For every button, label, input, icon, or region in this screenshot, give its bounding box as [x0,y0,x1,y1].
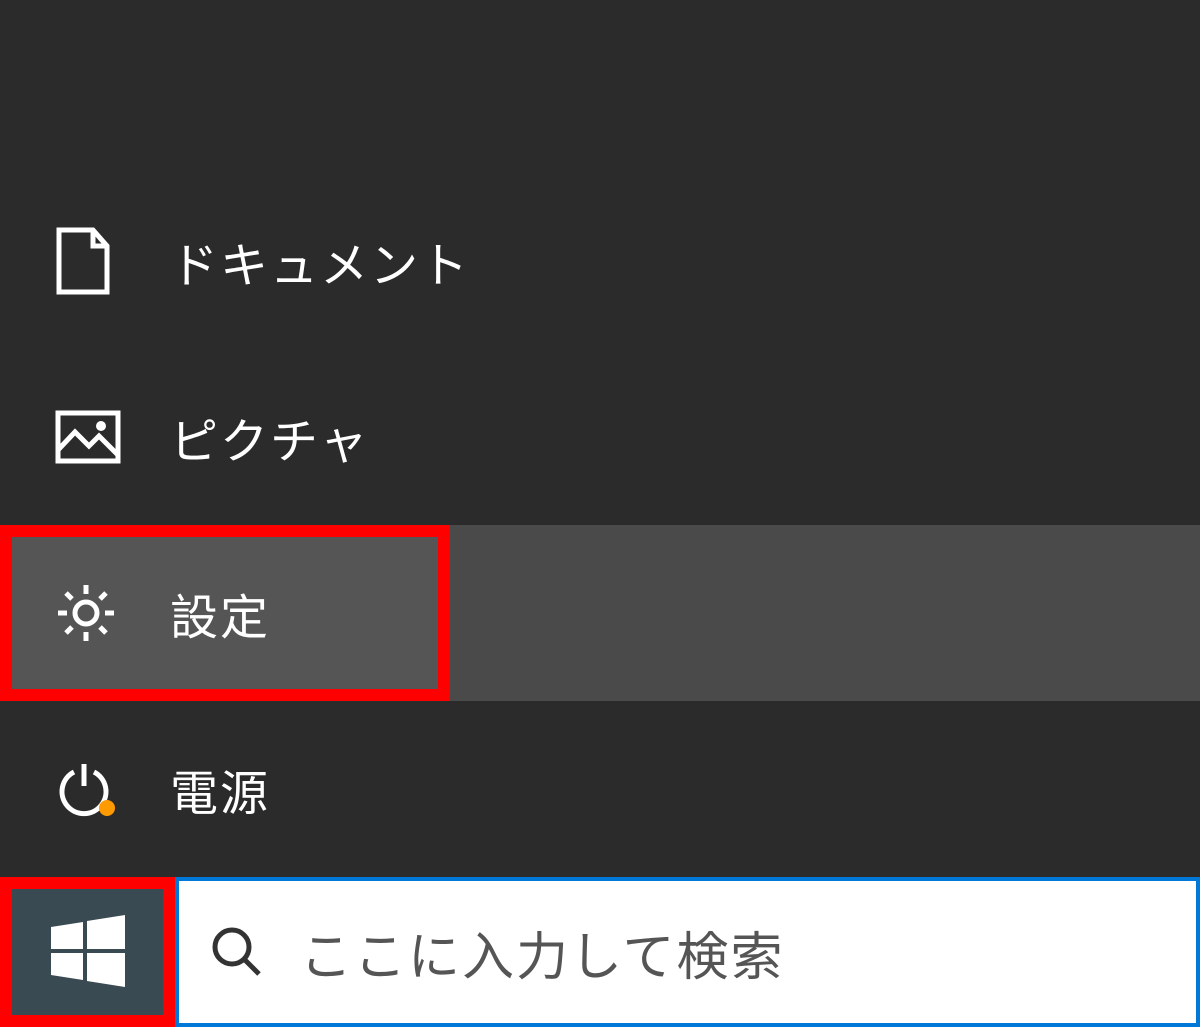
hover-background [450,525,1200,701]
start-menu-left-rail: ドキュメント ピクチャ [0,0,1200,877]
taskbar: ここに入力して検索 [0,877,1200,1027]
taskbar-search-box[interactable]: ここに入力して検索 [175,877,1200,1027]
pictures-icon [55,410,125,464]
menu-item-label: 設定 [170,578,270,648]
document-icon [55,226,125,296]
menu-item-documents[interactable]: ドキュメント [0,173,1200,349]
start-button[interactable] [0,877,175,1027]
search-placeholder: ここに入力して検索 [300,915,784,990]
menu-item-settings[interactable]: 設定 [0,525,1200,701]
power-icon [55,760,125,818]
gear-icon [55,582,125,644]
menu-item-label: 電源 [170,754,270,824]
power-update-dot-icon [99,800,115,816]
menu-item-label: ドキュメント [170,226,470,296]
windows-logo-icon [49,913,127,991]
menu-item-pictures[interactable]: ピクチャ [0,349,1200,525]
menu-item-label: ピクチャ [170,402,370,472]
search-icon [209,924,265,980]
menu-item-power[interactable]: 電源 [0,701,1200,877]
